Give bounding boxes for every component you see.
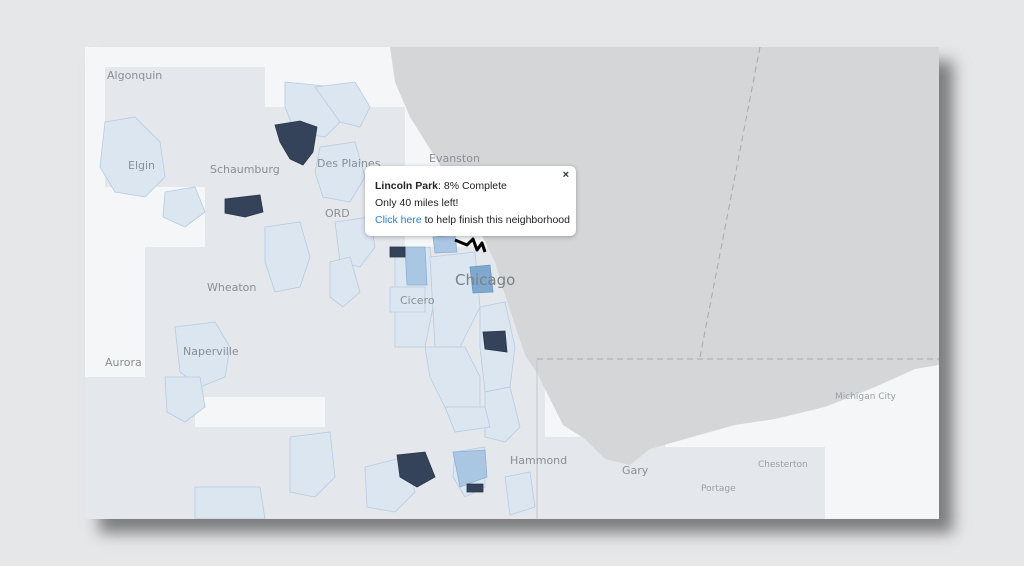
popup-cta-suffix: to help finish this neighborhood — [421, 214, 570, 226]
popup-remaining: Only 40 miles left! — [375, 197, 459, 209]
label-hammond: Hammond — [510, 454, 568, 467]
label-chicago: Chicago — [455, 271, 516, 289]
label-elgin: Elgin — [128, 159, 156, 172]
label-evanston: Evanston — [429, 152, 480, 165]
label-chesterton: Chesterton — [758, 460, 808, 470]
label-schaumburg: Schaumburg — [210, 163, 280, 176]
label-wheaton: Wheaton — [207, 281, 257, 294]
label-algonquin: Algonquin — [107, 69, 163, 82]
label-ord: ORD — [325, 207, 350, 220]
label-michigan-city: Michigan City — [835, 392, 896, 402]
label-gary: Gary — [622, 464, 649, 477]
label-cicero: Cicero — [400, 294, 435, 307]
label-aurora: Aurora — [105, 356, 142, 369]
popup-close-button[interactable]: × — [563, 169, 569, 181]
label-portage: Portage — [701, 484, 736, 494]
label-naperville: Naperville — [183, 345, 239, 358]
popup-cta-line: Click here to help finish this neighborh… — [375, 212, 576, 229]
popup-click-here-link[interactable]: Click here — [375, 214, 422, 226]
popup-neighborhood-name: Lincoln Park — [375, 180, 439, 192]
popup-progress-line: Lincoln Park: 8% Complete — [375, 178, 576, 195]
neighborhood-popup: × Lincoln Park: 8% Complete Only 40 mile… — [365, 166, 576, 236]
map-container[interactable]: Algonquin Elgin Schaumburg Des Plaines E… — [85, 47, 939, 519]
popup-progress-text: : 8% Complete — [438, 180, 507, 192]
